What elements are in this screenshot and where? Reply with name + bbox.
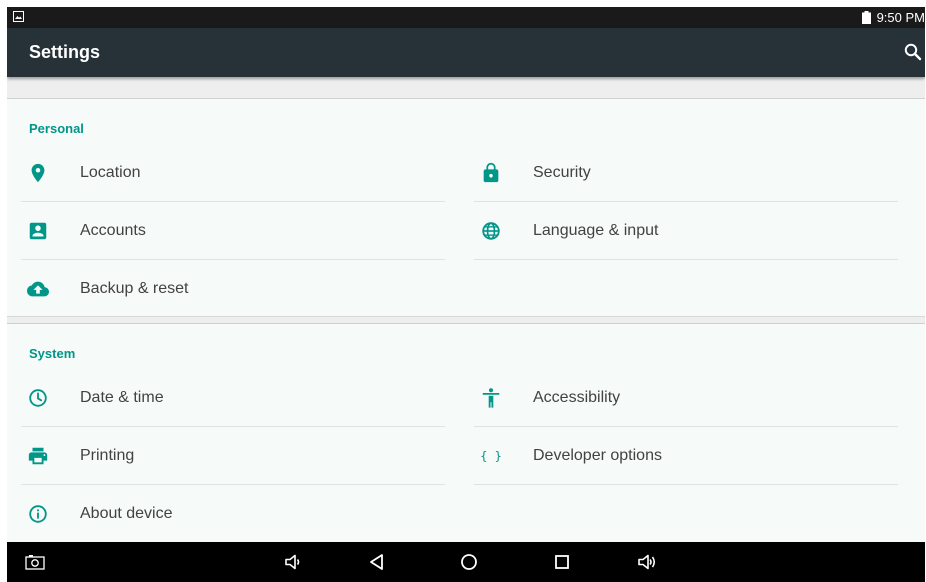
- account-box-icon: [29, 222, 47, 240]
- accessibility-icon: [482, 388, 500, 408]
- setting-backup-reset[interactable]: Backup & reset: [7, 260, 445, 318]
- recents-icon[interactable]: [552, 552, 572, 572]
- status-right: 9:50 PM: [861, 7, 925, 28]
- section-system: System Date & time Accessibility Printin…: [7, 324, 925, 542]
- setting-label: Security: [533, 164, 591, 181]
- setting-about-device[interactable]: About device: [7, 485, 445, 543]
- setting-security[interactable]: Security: [460, 144, 898, 202]
- section-title-personal: Personal: [29, 121, 84, 136]
- cloud-upload-icon: [27, 281, 49, 297]
- globe-icon: [482, 222, 500, 240]
- back-icon[interactable]: [367, 552, 387, 572]
- section-personal: Personal Location Security Accounts Lang…: [7, 99, 925, 316]
- printer-icon: [28, 447, 48, 465]
- search-icon[interactable]: [903, 42, 923, 62]
- divider: [474, 484, 898, 485]
- settings-list: Personal Location Security Accounts Lang…: [7, 77, 925, 542]
- home-icon[interactable]: [459, 552, 479, 572]
- setting-label: Location: [80, 164, 141, 181]
- section-title-system: System: [29, 346, 76, 361]
- divider: [474, 259, 898, 260]
- volume-up-icon[interactable]: [637, 552, 657, 572]
- status-bar: 9:50 PM: [7, 7, 925, 28]
- screenshot-icon[interactable]: [25, 552, 45, 572]
- action-bar: Settings: [7, 28, 925, 77]
- setting-date-time[interactable]: Date & time: [7, 369, 445, 427]
- volume-down-icon[interactable]: [283, 552, 303, 572]
- device-screen: 9:50 PM Settings Personal Location Secur…: [7, 7, 925, 582]
- battery-icon: [861, 11, 871, 24]
- setting-accessibility[interactable]: Accessibility: [460, 369, 898, 427]
- setting-language-input[interactable]: Language & input: [460, 202, 898, 260]
- setting-label: Printing: [80, 447, 135, 464]
- setting-developer-options[interactable]: { } Developer options: [460, 427, 898, 485]
- lock-icon: [483, 162, 499, 183]
- location-pin-icon: [31, 163, 45, 183]
- setting-label: Accessibility: [533, 389, 621, 406]
- status-time: 9:50 PM: [876, 10, 925, 25]
- navigation-bar: [7, 542, 925, 582]
- setting-label: Language & input: [533, 222, 659, 239]
- image-notification-icon: [13, 11, 24, 22]
- info-icon: [29, 505, 47, 523]
- clock-icon: [29, 389, 47, 407]
- svg-text:{ }: { }: [480, 449, 502, 463]
- setting-location[interactable]: Location: [7, 144, 445, 202]
- setting-label: Developer options: [533, 447, 662, 464]
- setting-label: Date & time: [80, 389, 164, 406]
- setting-label: Backup & reset: [80, 280, 189, 297]
- braces-icon: { }: [480, 449, 502, 463]
- setting-printing[interactable]: Printing: [7, 427, 445, 485]
- page-title: Settings: [29, 42, 101, 62]
- setting-label: Accounts: [80, 222, 146, 239]
- setting-accounts[interactable]: Accounts: [7, 202, 445, 260]
- setting-label: About device: [80, 505, 173, 522]
